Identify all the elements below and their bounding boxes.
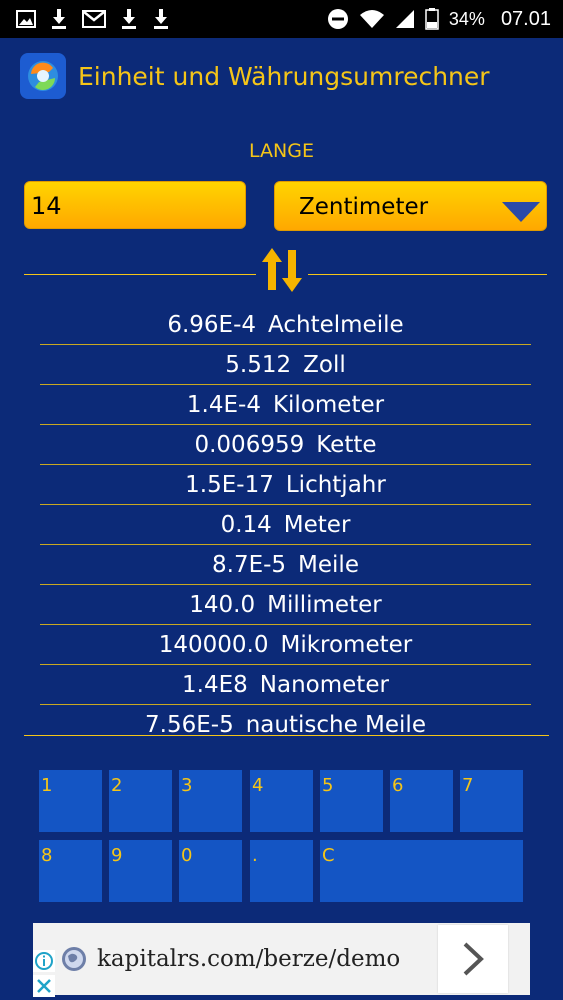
signal-icon	[395, 10, 414, 28]
list-item: 6.96E-4 Achtelmeile	[40, 305, 531, 345]
battery-percent: 34%	[448, 8, 485, 29]
clock: 07.01	[500, 7, 551, 30]
app-title: Einheit und Währungsumrechner	[78, 61, 490, 91]
chevron-right-icon	[463, 942, 484, 976]
ad-info-icon[interactable]	[33, 950, 55, 972]
chevron-down-icon	[502, 202, 540, 222]
results-list[interactable]: 6.96E-4 Achtelmeile 5.512 Zoll 1.4E-4 Kilom…	[40, 305, 531, 744]
list-item: 1.4E8 Nanometer	[40, 665, 531, 705]
key-1[interactable]: 1	[39, 770, 102, 832]
gallery-icon	[16, 10, 36, 28]
gmail-icon	[82, 10, 106, 28]
key-7[interactable]: 7	[460, 770, 523, 832]
key-0[interactable]: 0	[179, 840, 242, 902]
battery-icon	[425, 8, 439, 30]
list-item: 8.7E-5 Meile	[40, 545, 531, 585]
status-bar: 34% 07.01	[0, 0, 563, 38]
ad-banner[interactable]: kapitalrs.com/berze/demo	[33, 923, 530, 995]
key-decimal[interactable]: .	[250, 840, 313, 902]
list-item: 1.5E-17 Lichtjahr	[40, 465, 531, 505]
download-icon	[154, 9, 168, 29]
download-icon	[122, 9, 136, 29]
key-9[interactable]: 9	[109, 840, 172, 902]
divider	[24, 274, 256, 275]
key-4[interactable]: 4	[250, 770, 313, 832]
ad-url[interactable]: kapitalrs.com/berze/demo	[97, 946, 400, 972]
app-logo-icon	[20, 53, 66, 99]
list-item: 0.006959 Kette	[40, 425, 531, 465]
list-item: 140000.0 Mikrometer	[40, 625, 531, 665]
key-6[interactable]: 6	[390, 770, 453, 832]
ad-open-button[interactable]	[438, 925, 508, 993]
list-item: 1.4E-4 Kilometer	[40, 385, 531, 425]
key-5[interactable]: 5	[320, 770, 383, 832]
category-label[interactable]: LANGE	[0, 140, 563, 162]
list-item: 7.56E-5 nautische Meile	[145, 711, 426, 738]
globe-icon	[62, 947, 86, 971]
divider	[24, 735, 549, 736]
unit-dropdown[interactable]: Zentimeter	[274, 181, 547, 231]
list-item: 140.0 Millimeter	[40, 585, 531, 625]
app-header: Einheit und Währungsumrechner	[0, 38, 563, 114]
key-3[interactable]: 3	[179, 770, 242, 832]
list-item: 5.512 Zoll	[40, 345, 531, 385]
divider	[308, 274, 547, 275]
value-input[interactable]: 14	[24, 181, 246, 229]
key-clear[interactable]: C	[320, 840, 523, 902]
unit-dropdown-label: Zentimeter	[299, 194, 429, 220]
key-8[interactable]: 8	[39, 840, 102, 902]
dnd-icon	[327, 9, 348, 29]
download-icon	[52, 9, 66, 29]
swap-arrows-icon[interactable]	[258, 246, 306, 294]
list-item: 0.14 Meter	[40, 505, 531, 545]
ad-close-icon[interactable]	[33, 975, 55, 997]
key-2[interactable]: 2	[109, 770, 172, 832]
wifi-icon	[359, 10, 384, 28]
